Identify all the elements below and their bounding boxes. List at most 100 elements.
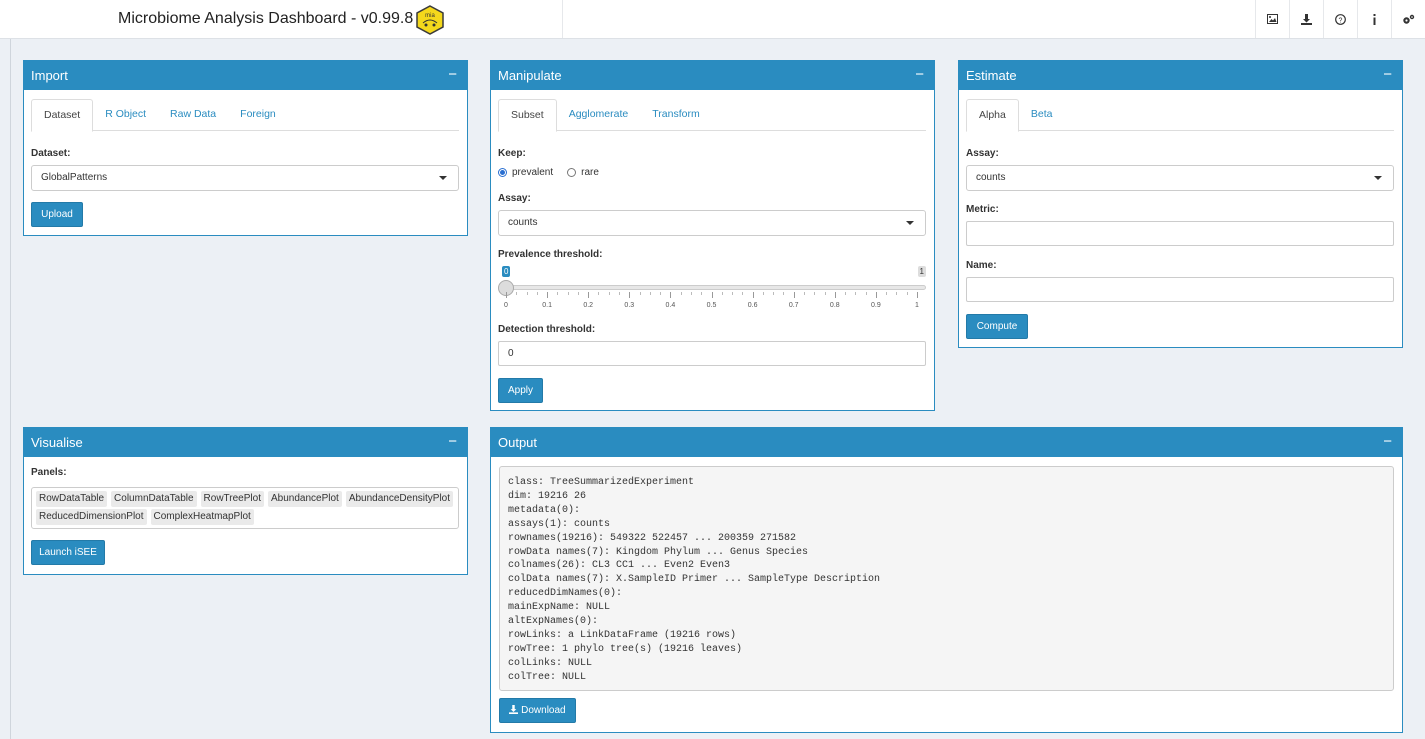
download-icon[interactable]: [1289, 0, 1323, 38]
slider-tick: [680, 292, 682, 295]
tab-subset[interactable]: Subset: [498, 99, 557, 132]
download-icon: [509, 705, 519, 714]
box-header: Estimate −: [959, 61, 1402, 90]
top-navbar: Microbiome Analysis Dashboard - v0.99.8 …: [0, 0, 1425, 39]
slider-tick: [732, 292, 734, 295]
console-line: assays(1): counts: [508, 518, 611, 530]
panel-tag[interactable]: RowDataTable: [36, 491, 108, 507]
apply-button[interactable]: Apply: [498, 378, 543, 403]
slider-tick: [711, 292, 713, 298]
tab-r-object[interactable]: R Object: [93, 99, 158, 131]
slider-tick: [814, 292, 816, 295]
mia-hex-logo: mia: [416, 5, 444, 35]
assay-select[interactable]: counts: [498, 210, 926, 236]
panel-tag[interactable]: RowTreePlot: [200, 491, 264, 507]
estimate-box: Estimate − Alpha Beta Assay: counts Metr…: [958, 60, 1403, 348]
box-title: Import: [31, 68, 68, 83]
radio-prevalent[interactable]: [498, 168, 507, 177]
slider-tick: [721, 292, 723, 295]
download-button[interactable]: Download: [499, 698, 576, 723]
slider-tick: [619, 292, 621, 295]
prevalence-label: Prevalence threshold:: [498, 249, 603, 260]
slider-tick: [793, 292, 795, 298]
box-header: Import −: [24, 61, 467, 90]
tab-transform[interactable]: Transform: [640, 99, 711, 131]
metric-label: Metric:: [966, 204, 999, 215]
panel-tag[interactable]: AbundanceDensityPlot: [345, 491, 454, 507]
slider-max-badge: 1: [917, 266, 926, 277]
panels-multiselect[interactable]: RowDataTable ColumnDataTable RowTreePlot…: [31, 487, 459, 529]
slider-tick: [506, 292, 507, 298]
slider-tick: [608, 292, 610, 295]
tab-agglomerate[interactable]: Agglomerate: [557, 99, 641, 131]
slider-track[interactable]: [506, 285, 926, 290]
box-header: Visualise −: [24, 428, 467, 457]
upload-button[interactable]: Upload: [31, 202, 83, 227]
console-line: reducedDimNames(0):: [508, 588, 623, 600]
slider-tick: [845, 292, 847, 295]
manipulate-tabs: Subset Agglomerate Transform: [498, 99, 926, 132]
slider-tick: [547, 292, 549, 298]
import-tabs: Dataset R Object Raw Data Foreign: [31, 99, 459, 132]
name-input[interactable]: [966, 277, 1394, 302]
info-icon[interactable]: [1357, 0, 1391, 38]
slider-tick: [742, 292, 744, 295]
console-line: colnames(26): CL3 CC1 ... Even2 Even3: [508, 560, 731, 572]
console-line: colData names(7): X.SampleID Primer ... …: [508, 574, 881, 586]
slider-ticks: 0 0.1 0.2 0.3 0.4 0.5 0.6 0.7 0.8 0.9 1: [504, 292, 919, 312]
slider-tick: [588, 292, 590, 298]
tab-foreign[interactable]: Foreign: [228, 99, 288, 131]
collapse-button[interactable]: −: [1383, 60, 1392, 89]
collapse-button[interactable]: −: [448, 60, 457, 89]
panel-tag[interactable]: AbundancePlot: [267, 491, 342, 507]
slider-tick: [886, 292, 888, 295]
keep-radio-group: prevalent rare: [498, 167, 599, 178]
slider-tick-label: 1: [915, 302, 919, 309]
slider-tick: [629, 292, 631, 298]
image-icon[interactable]: [1255, 0, 1289, 38]
console-line: altExpNames(0):: [508, 616, 599, 628]
slider-tick: [598, 292, 600, 295]
slider-value-badge: 0: [502, 266, 511, 277]
detection-input[interactable]: 0: [498, 341, 926, 366]
panel-tag[interactable]: ComplexHeatmapPlot: [150, 509, 254, 525]
slider-tick-label: 0.9: [871, 302, 881, 309]
assay-label: Assay:: [966, 148, 999, 159]
slider-tick-label: 0.8: [829, 302, 840, 309]
slider-tick: [567, 292, 569, 295]
slider-tick-label: 0.5: [706, 302, 717, 309]
slider-tick: [917, 292, 918, 298]
help-icon[interactable]: ?: [1323, 0, 1357, 38]
tab-beta[interactable]: Beta: [1019, 99, 1065, 131]
collapse-button[interactable]: −: [448, 427, 457, 456]
console-line: rowLinks: a LinkDataFrame (19216 rows): [508, 629, 737, 641]
slider-tick: [649, 292, 651, 295]
tab-alpha[interactable]: Alpha: [966, 99, 1019, 132]
estimate-tabs: Alpha Beta: [966, 99, 1394, 132]
svg-text:?: ?: [1339, 17, 1343, 24]
radio-rare[interactable]: [567, 168, 577, 177]
launch-isee-button[interactable]: Launch iSEE: [31, 540, 105, 565]
slider-tick: [690, 292, 692, 295]
tab-raw-data[interactable]: Raw Data: [158, 99, 228, 131]
panel-tag[interactable]: ColumnDataTable: [111, 491, 197, 507]
name-label: Name:: [966, 260, 997, 271]
collapse-button[interactable]: −: [915, 60, 924, 89]
console-line: rowData names(7): Kingdom Phylum ... Gen…: [508, 546, 809, 558]
box-header: Manipulate −: [491, 61, 934, 90]
compute-button[interactable]: Compute: [966, 314, 1028, 339]
panel-tag[interactable]: ReducedDimensionPlot: [36, 509, 147, 525]
box-title: Visualise: [31, 435, 83, 450]
slider-tick: [803, 292, 805, 295]
slider-tick: [639, 292, 641, 295]
collapse-button[interactable]: −: [1383, 427, 1392, 456]
metric-input[interactable]: [966, 221, 1394, 246]
slider-tick: [906, 292, 908, 295]
assay-select[interactable]: counts: [966, 165, 1394, 191]
tab-dataset[interactable]: Dataset: [31, 99, 94, 132]
slider-tick-label: 0.3: [624, 302, 635, 309]
prevalence-slider[interactable]: 0 1 0 0.1 0.2 0.3 0.4 0.5 0.6 0.7 0.8 0.9 1: [498, 266, 926, 316]
dataset-select[interactable]: GlobalPatterns: [31, 165, 459, 191]
slider-tick: [516, 292, 518, 295]
settings-icon[interactable]: [1391, 0, 1425, 38]
